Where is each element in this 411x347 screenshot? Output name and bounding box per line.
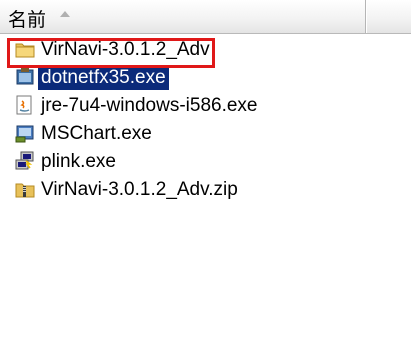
file-item-plink[interactable]: plink.exe [0, 148, 411, 176]
setup-exe-icon [15, 125, 34, 143]
column-header-name[interactable]: 名前 [0, 0, 366, 33]
file-item-label: VirNavi-3.0.1.2_Adv [41, 39, 210, 60]
installer-icon [16, 68, 34, 85]
folder-icon [15, 43, 35, 58]
column-header-bar: 名前 [0, 0, 411, 34]
file-item-label: VirNavi-3.0.1.2_Adv.zip [41, 179, 238, 200]
file-item-virnavi-folder[interactable]: VirNavi-3.0.1.2_Adv [0, 36, 411, 64]
file-item-mschart[interactable]: MSChart.exe [0, 120, 411, 148]
file-item-label: plink.exe [41, 151, 116, 172]
file-item-virnavi-zip[interactable]: VirNavi-3.0.1.2_Adv.zip [0, 176, 411, 204]
file-item-dotnetfx35[interactable]: dotnetfx35.exe [0, 64, 411, 92]
java-icon [16, 95, 32, 115]
putty-icon [15, 151, 34, 170]
file-item-label: MSChart.exe [41, 123, 152, 144]
file-item-jre[interactable]: jre-7u4-windows-i586.exe [0, 92, 411, 120]
sort-ascending-icon [60, 11, 70, 17]
column-header-empty[interactable] [366, 0, 411, 33]
file-item-label: jre-7u4-windows-i586.exe [41, 95, 258, 116]
zip-folder-icon [15, 183, 35, 198]
column-header-name-label: 名前 [8, 10, 47, 31]
file-item-label: dotnetfx35.exe [38, 65, 169, 90]
